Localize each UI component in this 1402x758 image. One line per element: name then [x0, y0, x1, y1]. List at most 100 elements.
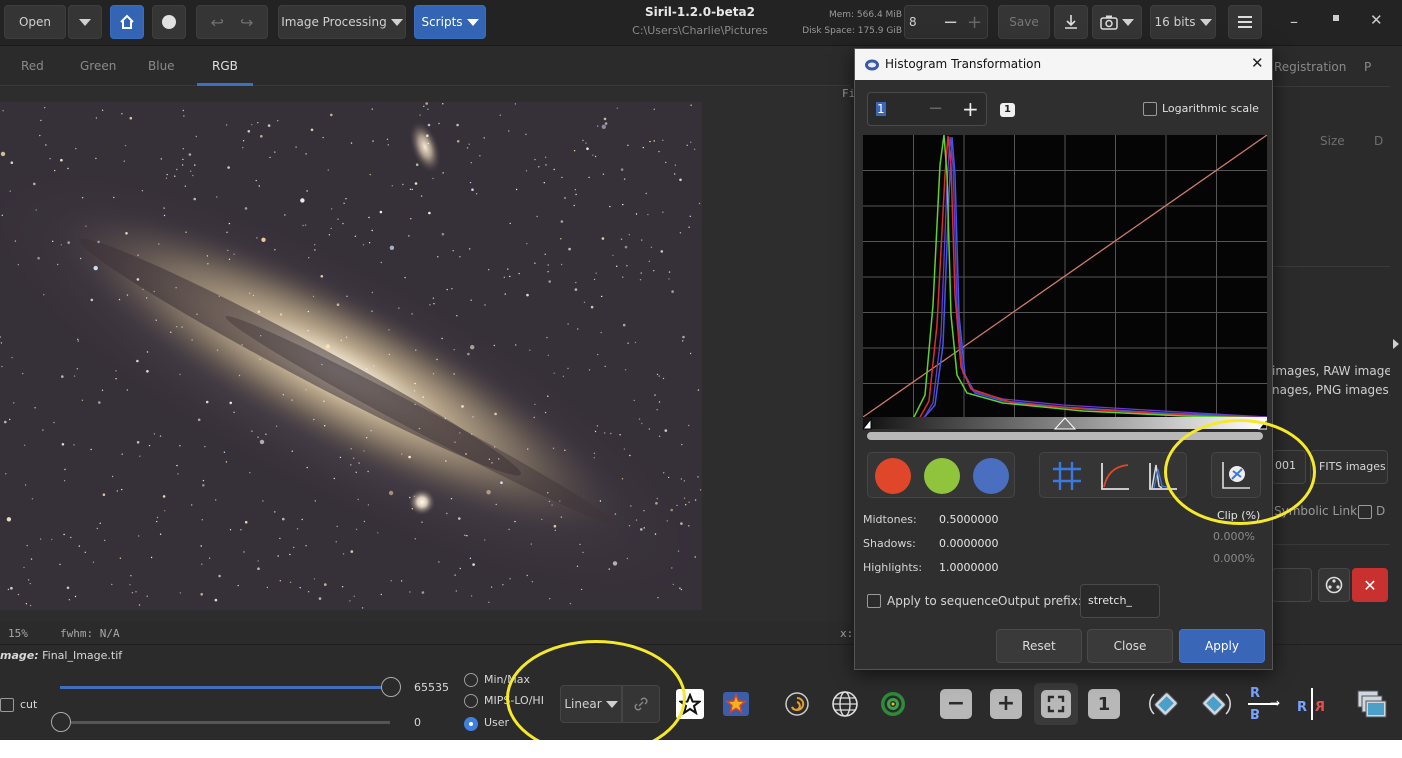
- panel-collapse-strip[interactable]: [1390, 46, 1402, 646]
- tab-registration[interactable]: Registration: [1274, 60, 1346, 74]
- open-button[interactable]: Open: [4, 5, 66, 39]
- galaxy-tool-button[interactable]: [780, 687, 814, 721]
- minus-icon[interactable]: −: [928, 98, 943, 119]
- star: [313, 578, 316, 580]
- zoom-in-button[interactable]: +: [990, 689, 1022, 719]
- zoom-fit-button[interactable]: [1034, 683, 1078, 725]
- shadows-value[interactable]: 0.0000000: [939, 537, 999, 550]
- zoom-spinner-value[interactable]: 1: [876, 102, 886, 116]
- star: [626, 557, 629, 560]
- star: [647, 213, 649, 216]
- output-prefix-input[interactable]: stretch_: [1080, 584, 1160, 618]
- close-window-icon[interactable]: ✕: [1370, 11, 1383, 29]
- output-format-select[interactable]: FITS images: [1310, 450, 1388, 484]
- plus-icon[interactable]: +: [967, 12, 982, 33]
- close-dialog-icon[interactable]: ✕: [1251, 54, 1264, 72]
- tab-rgb[interactable]: RGB: [212, 59, 238, 73]
- max-slider-track[interactable]: [60, 686, 390, 689]
- color-star-button[interactable]: [720, 689, 752, 719]
- star: [95, 117, 98, 119]
- plus-icon[interactable]: +: [962, 97, 979, 121]
- star: [146, 351, 149, 353]
- star: [238, 374, 241, 377]
- image-viewport[interactable]: [0, 87, 850, 622]
- home-button[interactable]: [110, 5, 144, 39]
- log-scale-checkbox[interactable]: [1143, 102, 1157, 116]
- min-slider-handle[interactable]: [51, 712, 71, 732]
- reset-button[interactable]: Reset: [996, 629, 1082, 663]
- image-list-button[interactable]: [1350, 685, 1394, 725]
- star: [13, 402, 15, 404]
- mirror-x-button[interactable]: R B →: [1244, 685, 1284, 723]
- sequence-name-field[interactable]: [1272, 568, 1312, 602]
- d-column-header[interactable]: D: [1374, 134, 1383, 148]
- highlights-value[interactable]: 1.0000000: [939, 561, 999, 574]
- image-processing-menu[interactable]: Image Processing: [278, 5, 406, 39]
- close-button[interactable]: Close: [1087, 629, 1173, 663]
- star: [73, 375, 76, 377]
- main-menu-button[interactable]: [1228, 5, 1262, 39]
- user-radio[interactable]: [464, 717, 478, 731]
- star: [438, 122, 440, 125]
- star: [600, 331, 602, 334]
- blue-channel-toggle[interactable]: [973, 458, 1009, 494]
- tab-red[interactable]: Red: [21, 59, 44, 73]
- star: [307, 310, 310, 313]
- max-slider-handle[interactable]: [381, 677, 401, 697]
- histogram-plot[interactable]: [863, 135, 1267, 419]
- bit-depth-menu[interactable]: 16 bits: [1150, 5, 1216, 39]
- rotate-left-button[interactable]: [1146, 685, 1186, 723]
- star: [267, 124, 271, 127]
- clear-button[interactable]: ✕: [1352, 568, 1388, 602]
- maximize-icon[interactable]: [1333, 15, 1339, 21]
- undo-icon[interactable]: ↩: [211, 13, 224, 32]
- star: [667, 476, 670, 479]
- grid-icon[interactable]: [1050, 459, 1084, 493]
- mips-radio[interactable]: [464, 694, 478, 708]
- zoom-100-button[interactable]: 1: [1088, 689, 1120, 719]
- star: [9, 190, 11, 192]
- cut-checkbox[interactable]: [0, 698, 14, 712]
- star: [179, 445, 181, 447]
- star: [432, 177, 434, 180]
- star: [401, 453, 403, 455]
- red-channel-toggle[interactable]: [875, 458, 911, 494]
- rotate-right-button[interactable]: [1194, 685, 1234, 723]
- record-button[interactable]: [152, 5, 186, 39]
- star: [135, 591, 137, 593]
- star: [411, 508, 413, 510]
- star: [580, 588, 583, 591]
- astrometry-button[interactable]: [828, 687, 862, 721]
- tab-green[interactable]: Green: [80, 59, 116, 73]
- threads-spinner[interactable]: 8 − +: [904, 5, 988, 39]
- chevron-right-icon[interactable]: [1393, 339, 1399, 349]
- apply-button[interactable]: Apply: [1179, 629, 1265, 663]
- minimize-icon[interactable]: –: [1290, 12, 1298, 31]
- minus-icon[interactable]: −: [943, 12, 958, 33]
- midtones-value[interactable]: 0.5000000: [939, 513, 999, 526]
- tab-blue[interactable]: Blue: [148, 59, 175, 73]
- mirror-y-button[interactable]: R R: [1292, 685, 1332, 723]
- recent-dropdown-button[interactable]: [68, 5, 102, 39]
- apply-sequence-checkbox[interactable]: [867, 594, 881, 608]
- green-channel-toggle[interactable]: [924, 458, 960, 494]
- star: [534, 403, 536, 406]
- zoom-spinner[interactable]: 1 − +: [867, 92, 987, 126]
- tab-p[interactable]: P: [1364, 60, 1371, 74]
- minmax-radio[interactable]: [464, 673, 478, 687]
- save-button[interactable]: Save: [998, 5, 1050, 39]
- size-column-header[interactable]: Size: [1320, 134, 1345, 148]
- redo-icon[interactable]: ↪: [240, 13, 253, 32]
- min-slider-track[interactable]: [60, 721, 390, 724]
- zoom-out-button[interactable]: −: [940, 689, 972, 719]
- convert-button[interactable]: [1318, 568, 1350, 602]
- curve-icon[interactable]: [1098, 459, 1132, 493]
- star: [590, 305, 594, 309]
- snapshot-button[interactable]: [1092, 5, 1142, 39]
- scripts-menu[interactable]: Scripts: [414, 5, 486, 39]
- save-as-button[interactable]: [1054, 5, 1088, 39]
- symbolic-link-checkbox[interactable]: [1358, 505, 1372, 519]
- target-button[interactable]: [876, 687, 910, 721]
- star: [658, 401, 661, 403]
- star: [137, 254, 139, 256]
